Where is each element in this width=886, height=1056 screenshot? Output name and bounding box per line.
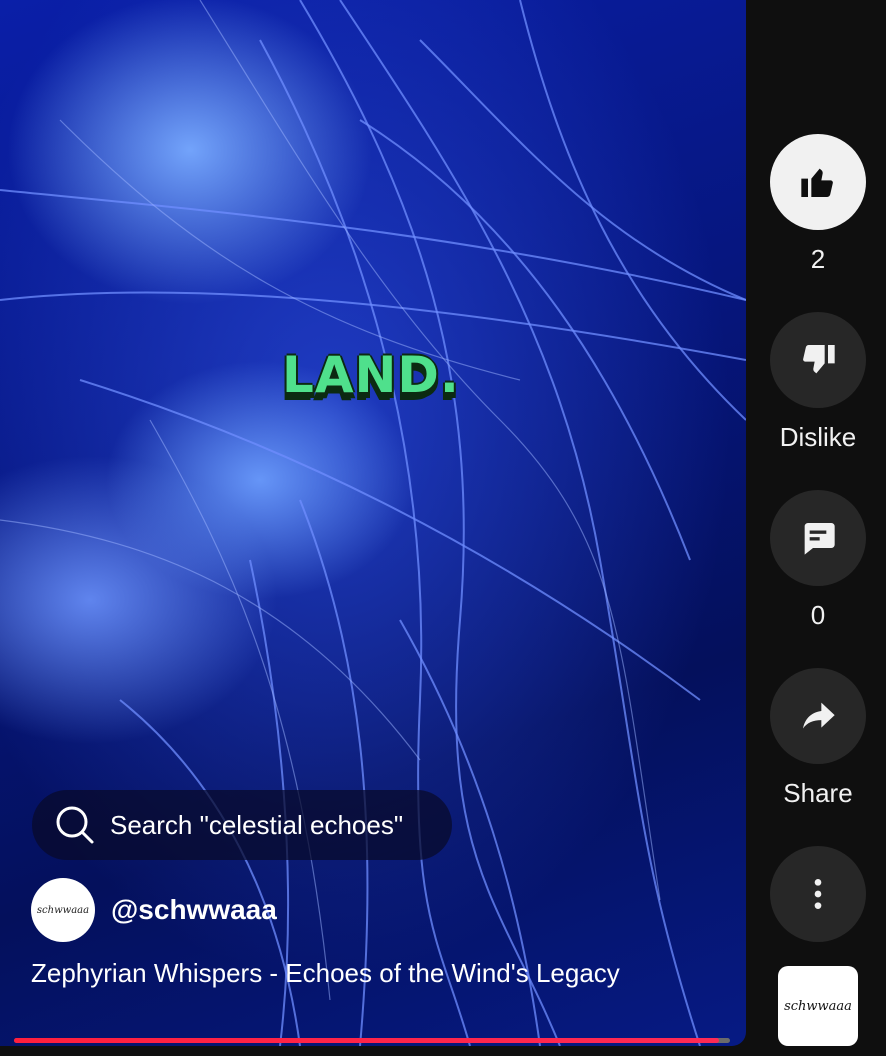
thumbs-up-icon xyxy=(801,168,833,197)
action-bar: 2 Dislike 0 Share xyxy=(770,134,866,942)
channel-info: schwwaaa @schwwaaa xyxy=(31,878,277,942)
progress-fill xyxy=(14,1038,720,1043)
dislike-button[interactable] xyxy=(770,312,866,408)
share-label: Share xyxy=(783,778,853,808)
comment-button[interactable] xyxy=(770,490,866,586)
like-button[interactable] xyxy=(770,134,866,230)
more-options-button[interactable] xyxy=(770,846,866,942)
dislike-label: Dislike xyxy=(779,422,857,452)
sound-thumbnail-text: schwwaaa xyxy=(784,998,852,1014)
sound-thumbnail[interactable]: schwwaaa xyxy=(778,966,858,1046)
comment-action: 0 xyxy=(770,490,866,630)
dislike-action: Dislike xyxy=(770,312,866,452)
search-suggestion-button[interactable]: Search "celestial echoes" xyxy=(32,790,452,860)
search-icon xyxy=(56,806,94,844)
more-action xyxy=(770,846,866,942)
share-button[interactable] xyxy=(770,668,866,764)
share-icon xyxy=(803,702,835,729)
video-player[interactable]: LAND. Search "celestial echoes" schwwaaa… xyxy=(0,0,746,1046)
channel-handle[interactable]: @schwwaaa xyxy=(111,894,277,926)
video-overlay-text: LAND. xyxy=(282,346,460,404)
channel-avatar[interactable]: schwwaaa xyxy=(31,878,95,942)
share-action: Share xyxy=(770,668,866,808)
like-action: 2 xyxy=(770,134,866,274)
avatar-text: schwwaaa xyxy=(36,904,90,916)
search-suggestion-label: Search "celestial echoes" xyxy=(110,809,404,840)
progress-bar[interactable] xyxy=(14,1038,730,1043)
more-vertical-icon xyxy=(814,879,822,909)
thumbs-down-icon xyxy=(803,345,835,374)
video-title[interactable]: Zephyrian Whispers - Echoes of the Wind'… xyxy=(31,958,620,989)
like-count: 2 xyxy=(810,244,826,274)
comment-count: 0 xyxy=(810,600,826,630)
comment-icon xyxy=(804,523,835,555)
